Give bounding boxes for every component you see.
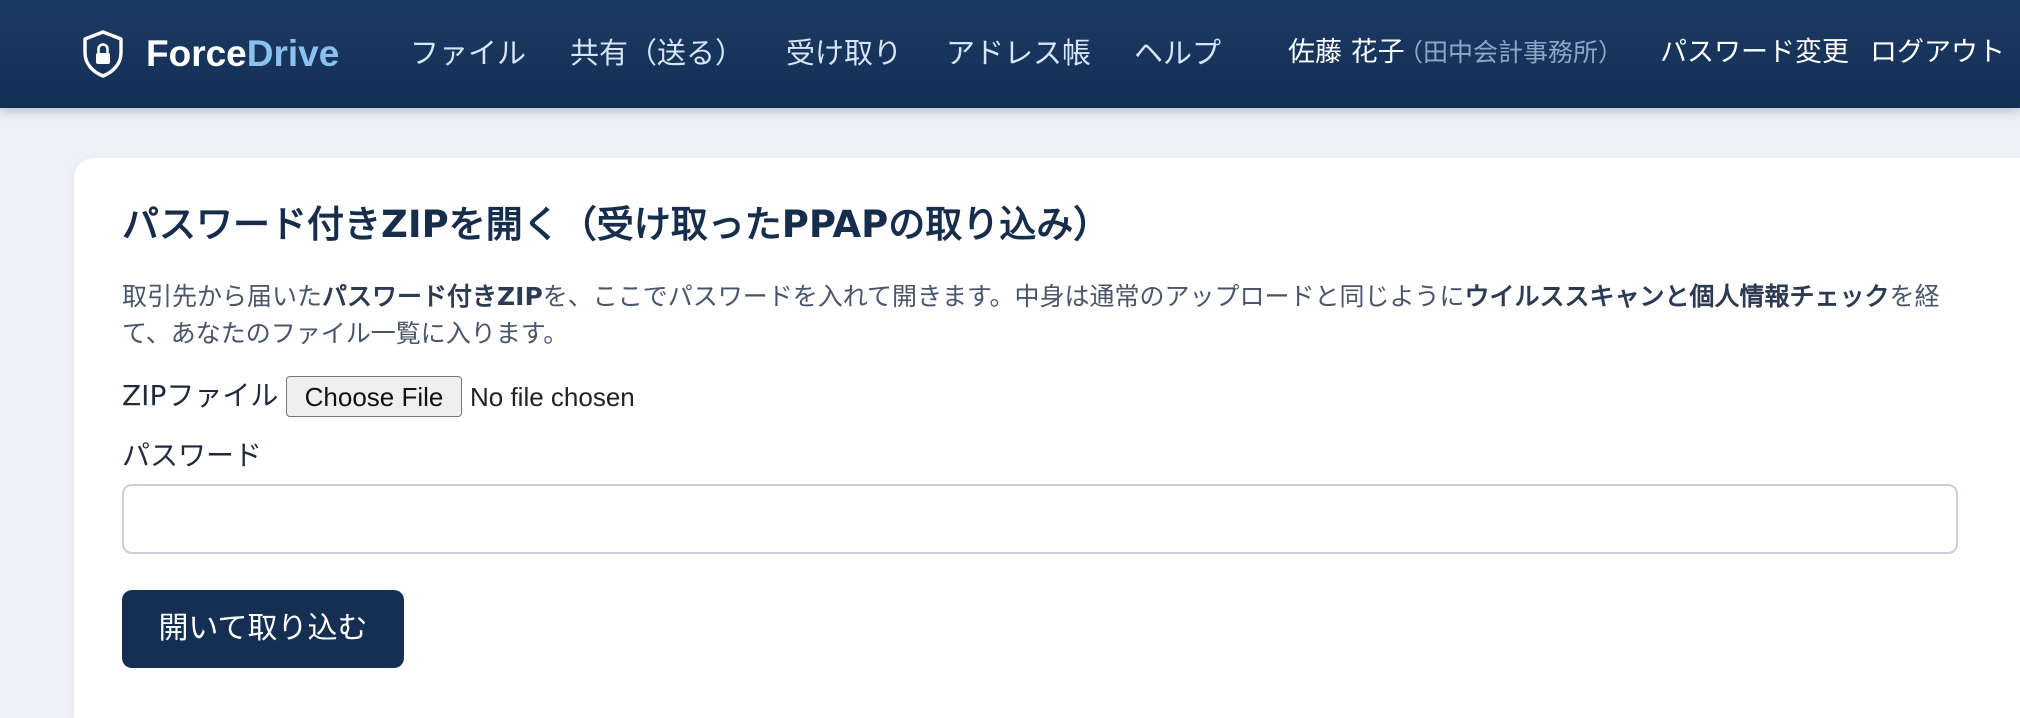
brand-name-force: Force (146, 33, 247, 74)
desc-bold-virus-scan: ウイルススキャンと個人情報チェック (1464, 282, 1890, 311)
brand-name: ForceDrive (146, 26, 339, 82)
file-status-text: No file chosen (470, 382, 635, 412)
zip-file-label: ZIPファイル (122, 379, 279, 412)
logout-link[interactable]: ログアウト (1870, 30, 2005, 76)
user-organization: （田中会計事務所） (1398, 38, 1624, 67)
password-label: パスワード (122, 439, 263, 472)
top-navigation-bar: ForceDrive ファイル 共有（送る） 受け取り アドレス帳 ヘルプ 佐藤… (0, 0, 2020, 108)
password-input[interactable] (122, 484, 1958, 554)
desc-text-2: を、ここでパスワードを入れて開きます。中身は通常のアップロードと同じように (542, 282, 1465, 311)
nav-item-share[interactable]: 共有（送る） (570, 30, 744, 76)
open-and-import-button[interactable]: 開いて取り込む (122, 590, 404, 668)
nav-item-address-book[interactable]: アドレス帳 (946, 30, 1091, 76)
shield-lock-icon (83, 30, 123, 78)
brand-logo[interactable]: ForceDrive (80, 26, 339, 82)
change-password-link[interactable]: パスワード変更 (1660, 30, 1849, 76)
desc-text-1: 取引先から届いた (122, 282, 323, 311)
choose-file-button[interactable]: Choose File (286, 376, 462, 417)
user-name: 佐藤 花子 (1288, 37, 1405, 68)
brand-name-drive: Drive (246, 33, 340, 74)
nav-item-files[interactable]: ファイル (410, 30, 526, 76)
desc-bold-password-zip: パスワード付きZIP (322, 282, 543, 311)
nav-item-help[interactable]: ヘルプ (1134, 30, 1221, 76)
nav-item-receive[interactable]: 受け取り (786, 30, 902, 76)
page-description: 取引先から届いたパスワード付きZIPを、ここでパスワードを入れて開きます。中身は… (122, 278, 1962, 352)
page-title: パスワード付きZIPを開く（受け取ったPPAPの取り込み） (122, 203, 1111, 246)
